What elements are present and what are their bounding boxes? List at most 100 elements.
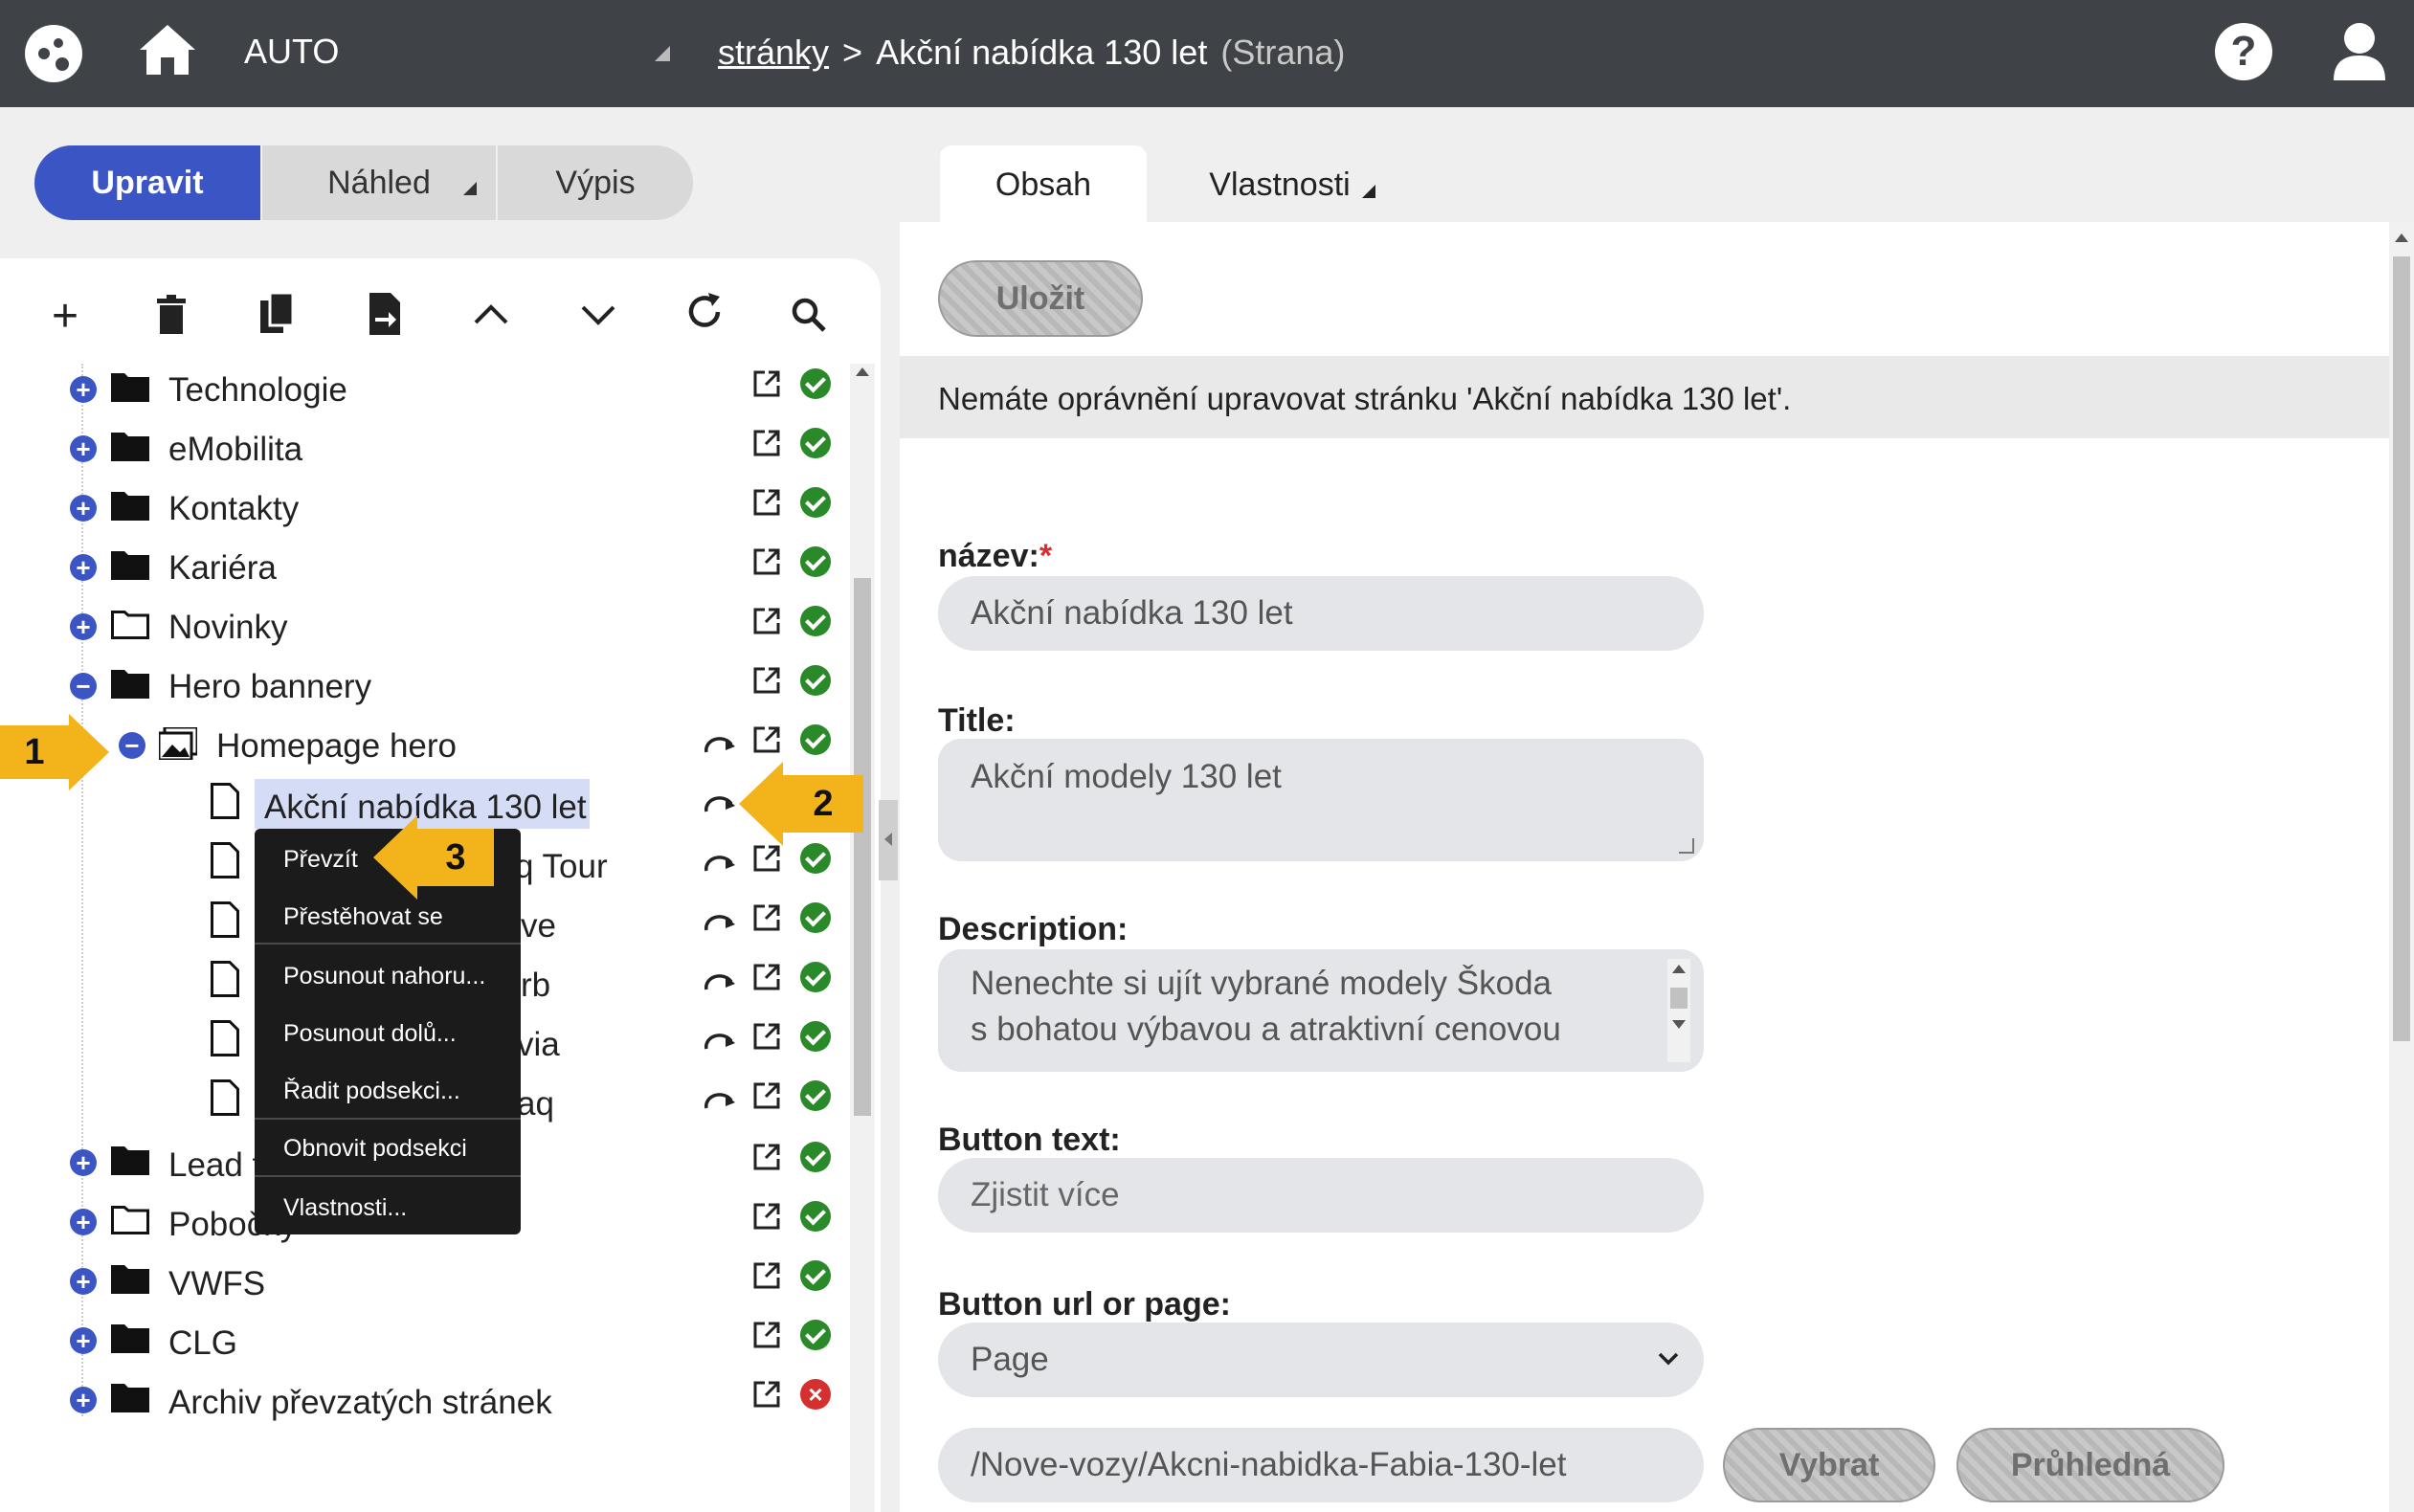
open-external-icon[interactable] [752,1380,781,1409]
tree-item-label[interactable]: Novinky [168,611,287,644]
content-scrollbar-thumb[interactable] [2393,256,2410,1041]
expand-icon[interactable]: + [70,1149,97,1176]
collapse-icon[interactable]: − [70,673,97,700]
redirect-icon[interactable] [703,848,737,877]
tree-item-label[interactable]: VWFS [168,1267,265,1301]
tree-item-label[interactable]: aq [517,1087,554,1121]
home-icon[interactable] [136,21,199,78]
context-menu-item-sort-subsection[interactable]: Řadit podsekci... [283,1078,460,1105]
redirect-icon[interactable] [703,907,737,936]
app-switch-triangle-icon[interactable] [655,46,670,61]
tab-properties[interactable]: Vlastnosti [1187,145,1397,224]
move-page-icon[interactable] [368,293,402,335]
tree-item-label[interactable]: rb [521,968,550,1002]
open-external-icon[interactable] [752,963,781,991]
open-external-icon[interactable] [752,844,781,873]
tree-item-label[interactable]: Homepage hero [216,729,457,763]
url-input[interactable]: /Nove-vozy/Akcni-nabidka-Fabia-130-let [938,1428,1704,1502]
expand-icon[interactable]: + [70,495,97,522]
open-external-icon[interactable] [752,903,781,932]
expand-icon[interactable]: + [70,376,97,403]
user-icon[interactable] [2330,19,2389,82]
status-ok-icon [800,546,831,577]
tree-scrollbar-thumb[interactable] [854,578,871,1116]
description-scrollbar-thumb[interactable] [1670,988,1688,1009]
tree-item-label[interactable]: Archiv převzatých stránek [168,1386,552,1419]
expand-icon[interactable]: + [70,1268,97,1295]
open-external-icon[interactable] [752,607,781,635]
description-scrollbar[interactable] [1667,959,1690,1062]
app-name[interactable]: AUTO [244,34,339,69]
context-menu-item-move-up[interactable]: Posunout nahoru... [283,963,485,990]
refresh-icon[interactable] [683,291,726,333]
open-external-icon[interactable] [752,488,781,517]
preview-button[interactable]: Náhled [262,145,496,220]
redirect-icon[interactable] [703,967,737,995]
tree-scroll-up-icon[interactable] [856,367,869,376]
open-external-icon[interactable] [752,1261,781,1290]
tree-item-label[interactable]: eMobilita [168,433,302,466]
context-menu-item-move[interactable]: Přestěhovat se [283,903,443,931]
context-menu-item-properties[interactable]: Vlastnosti... [283,1194,407,1222]
expand-icon[interactable]: + [70,554,97,581]
expand-icon[interactable]: + [70,613,97,640]
open-external-icon[interactable] [752,1143,781,1171]
edit-button[interactable]: Upravit [34,145,260,220]
expand-icon[interactable]: + [70,1387,97,1413]
name-input[interactable]: Akční nabídka 130 let [938,576,1704,651]
list-button[interactable]: Výpis [498,145,693,220]
content-scroll-up-icon[interactable] [2395,233,2408,242]
button-text-input[interactable]: Zjistit více [938,1158,1704,1233]
resize-handle-icon[interactable] [1679,838,1694,854]
expand-icon[interactable]: + [70,1327,97,1354]
open-external-icon[interactable] [752,666,781,695]
open-external-icon[interactable] [752,547,781,576]
expand-icon[interactable]: + [70,1209,97,1235]
description-scroll-down-icon[interactable] [1672,1020,1686,1029]
description-scroll-up-icon[interactable] [1672,965,1686,973]
redirect-icon[interactable] [703,789,737,817]
tree-item-label[interactable]: Technologie [168,373,347,407]
folder-icon [111,1265,149,1294]
tree-item-label[interactable]: Lead f [168,1148,261,1182]
collapse-icon[interactable]: − [119,732,145,759]
context-menu-item-take-over[interactable]: Převzít [283,846,358,874]
app-logo-icon[interactable] [25,25,82,82]
move-down-icon[interactable] [580,304,616,327]
title-textarea[interactable]: Akční modely 130 let [938,739,1704,861]
tree-item-label[interactable]: Hero bannery [168,670,371,703]
redirect-icon[interactable] [703,1026,737,1055]
breadcrumb-link-pages[interactable]: stránky [718,33,829,73]
context-menu-item-refresh-subsection[interactable]: Obnovit podsekci [283,1135,467,1163]
tree-item-label[interactable]: Kariéra [168,551,277,585]
tree-item-label[interactable]: Kontakty [168,492,299,525]
search-icon[interactable] [791,297,827,333]
tab-content[interactable]: Obsah [940,145,1147,224]
open-external-icon[interactable] [752,369,781,398]
tree-item-label[interactable]: ve [521,909,556,943]
open-external-icon[interactable] [752,1202,781,1231]
open-external-icon[interactable] [752,1022,781,1051]
select-button[interactable]: Vybrat [1723,1428,1935,1502]
open-external-icon[interactable] [752,429,781,457]
transparent-button[interactable]: Průhledná [1956,1428,2224,1502]
redirect-icon[interactable] [703,729,737,758]
expand-icon[interactable]: + [70,435,97,462]
redirect-icon[interactable] [703,1085,737,1114]
open-external-icon[interactable] [752,1081,781,1110]
open-external-icon[interactable] [752,725,781,754]
tree-item-label[interactable]: via [517,1028,560,1061]
context-menu-item-move-down[interactable]: Posunout dolů... [283,1020,457,1048]
tree-item-label[interactable]: CLG [168,1326,237,1360]
add-icon[interactable]: + [36,287,94,345]
button-url-select[interactable]: Page [938,1323,1704,1397]
open-external-icon[interactable] [752,1321,781,1349]
copy-icon[interactable] [260,293,295,335]
folder-outline-icon [111,611,149,639]
delete-icon[interactable] [155,295,188,335]
save-button[interactable]: Uložit [938,260,1143,337]
description-textarea[interactable]: Nenechte si ujít vybrané modely Škoda s … [938,949,1704,1072]
help-icon[interactable]: ? [2215,23,2272,80]
tree-item-label[interactable]: q Tour [515,850,608,883]
move-up-icon[interactable] [473,302,509,325]
